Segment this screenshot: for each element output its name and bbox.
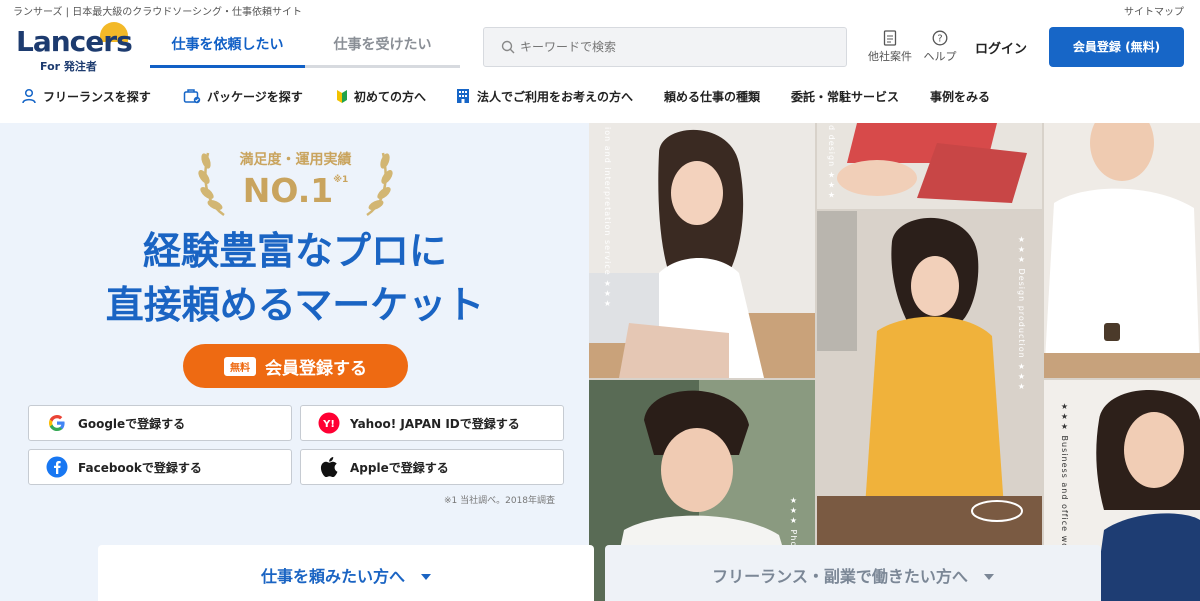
facebook-icon: [46, 456, 68, 478]
yahoo-signup-label: Yahoo! JAPAN IDで登録する: [350, 416, 520, 431]
sitemap-link[interactable]: サイトマップ: [1124, 3, 1184, 18]
search-icon: [501, 40, 515, 54]
package-icon: [183, 89, 201, 104]
nav-label: 事例をみる: [930, 89, 991, 104]
nav-item-beginners[interactable]: 初めての方へ: [336, 86, 426, 106]
no1-badge: 満足度・運用実績 NO.1※1: [198, 145, 393, 220]
search-box[interactable]: [483, 27, 847, 67]
headline-line-1: 経験豊富なプロに: [142, 229, 447, 273]
google-icon: [46, 412, 68, 434]
client-section-label: 仕事を頼みたい方へ: [260, 567, 405, 586]
yahoo-japan-icon: Y!: [318, 412, 340, 434]
google-signup-button[interactable]: Googleで登録する: [28, 405, 292, 441]
photo-translator: ion and interpretation service ★★★: [589, 123, 815, 378]
nav-label: フリーランスを探す: [43, 89, 151, 104]
help-link[interactable]: ? ヘルプ: [915, 30, 965, 68]
client-section-link[interactable]: 仕事を頼みたい方へ: [98, 545, 594, 601]
badge-caption: 満足度・運用実績: [239, 152, 352, 168]
top-strip: ランサーズ | 日本最大級のクラウドソーシング・仕事依頼サイト サイトマップ: [0, 0, 1200, 18]
other-jobs-label: 他社案件: [868, 50, 912, 63]
freelancer-section-label: フリーランス・副業で働きたい方へ: [712, 567, 968, 586]
logo-wordmark: Lancers: [16, 25, 133, 58]
translation-caption: ion and interpretation service ★★★: [603, 127, 612, 310]
badge-footnote-mark: ※1: [333, 175, 349, 185]
signup-button[interactable]: 会員登録 (無料): [1049, 27, 1184, 67]
main-nav: フリーランスを探す パッケージを探す 初めての方へ 法人でご利用をお考えの方へ …: [0, 80, 1200, 112]
login-link[interactable]: ログイン: [975, 38, 1027, 57]
nav-label: 頼める仕事の種類: [664, 89, 761, 104]
logo-subtitle: For 発注者: [40, 60, 97, 73]
freelancer-section-link[interactable]: フリーランス・副業で働きたい方へ: [605, 545, 1101, 601]
yahoo-signup-button[interactable]: Y! Yahoo! JAPAN IDで登録する: [300, 405, 564, 441]
nav-item-job-types[interactable]: 頼める仕事の種類: [664, 86, 760, 106]
cta-label: 会員登録する: [265, 358, 367, 379]
chevron-down-icon: [983, 574, 994, 580]
svg-text:Y!: Y!: [322, 419, 335, 430]
nav-label: 委託・常駐サービス: [791, 89, 900, 104]
tab-client[interactable]: 仕事を依頼したい: [150, 28, 305, 68]
facebook-signup-label: Facebookで登録する: [78, 460, 202, 475]
document-icon: [883, 30, 897, 46]
apple-signup-button[interactable]: Appleで登録する: [300, 449, 564, 485]
facebook-signup-button[interactable]: Facebookで登録する: [28, 449, 292, 485]
hero-signup-button[interactable]: 無料 会員登録する: [183, 344, 408, 388]
apple-icon: [318, 456, 340, 478]
beginner-mark-icon: [337, 90, 347, 103]
other-jobs-link[interactable]: 他社案件: [865, 30, 915, 68]
help-icon: ?: [932, 30, 948, 46]
nav-item-find-freelancer[interactable]: フリーランスを探す: [21, 86, 151, 106]
design-caption: ★★★ Design production ★★★: [1017, 235, 1026, 393]
help-label: ヘルプ: [923, 50, 957, 63]
search-input[interactable]: [520, 28, 840, 66]
design-small-caption: d design ★★★: [827, 125, 836, 201]
hero-headline: 経験豊富なプロに 直接頼めるマーケット: [40, 224, 550, 332]
headline-line-2: 直接頼めるマーケット: [105, 283, 485, 327]
person-icon: [22, 88, 36, 104]
photo-designer: ★★★ Design production ★★★: [817, 211, 1042, 551]
photo-laptop: d design ★★★: [817, 123, 1042, 209]
free-badge: 無料: [224, 356, 256, 376]
nav-item-outsourcing[interactable]: 委託・常駐サービス: [791, 86, 899, 106]
photo-business-man: [1044, 123, 1200, 378]
survey-footnote: ※1 当社調べ。2018年調査: [444, 496, 556, 506]
google-signup-label: Googleで登録する: [78, 416, 186, 431]
nav-item-find-package[interactable]: パッケージを探す: [183, 86, 303, 106]
nav-label: 法人でご利用をお考えの方へ: [477, 89, 634, 104]
chevron-down-icon: [421, 574, 431, 580]
nav-item-corporate[interactable]: 法人でご利用をお考えの方へ: [455, 86, 633, 106]
nav-label: 初めての方へ: [354, 89, 427, 104]
badge-no1: NO.1※1: [242, 171, 349, 210]
apple-signup-label: Appleで登録する: [350, 460, 449, 475]
nav-label: パッケージを探す: [207, 89, 303, 104]
building-icon: [457, 89, 469, 103]
nav-item-case-studies[interactable]: 事例をみる: [930, 86, 990, 106]
svg-text:?: ?: [937, 34, 942, 45]
site-tagline: ランサーズ | 日本最大級のクラウドソーシング・仕事依頼サイト: [13, 7, 303, 18]
tab-freelancer[interactable]: 仕事を受けたい: [305, 28, 460, 68]
hero-photo-collage: ion and interpretation service ★★★ d des…: [589, 123, 1200, 601]
lancers-logo[interactable]: Lancers For 発注者: [14, 22, 133, 73]
